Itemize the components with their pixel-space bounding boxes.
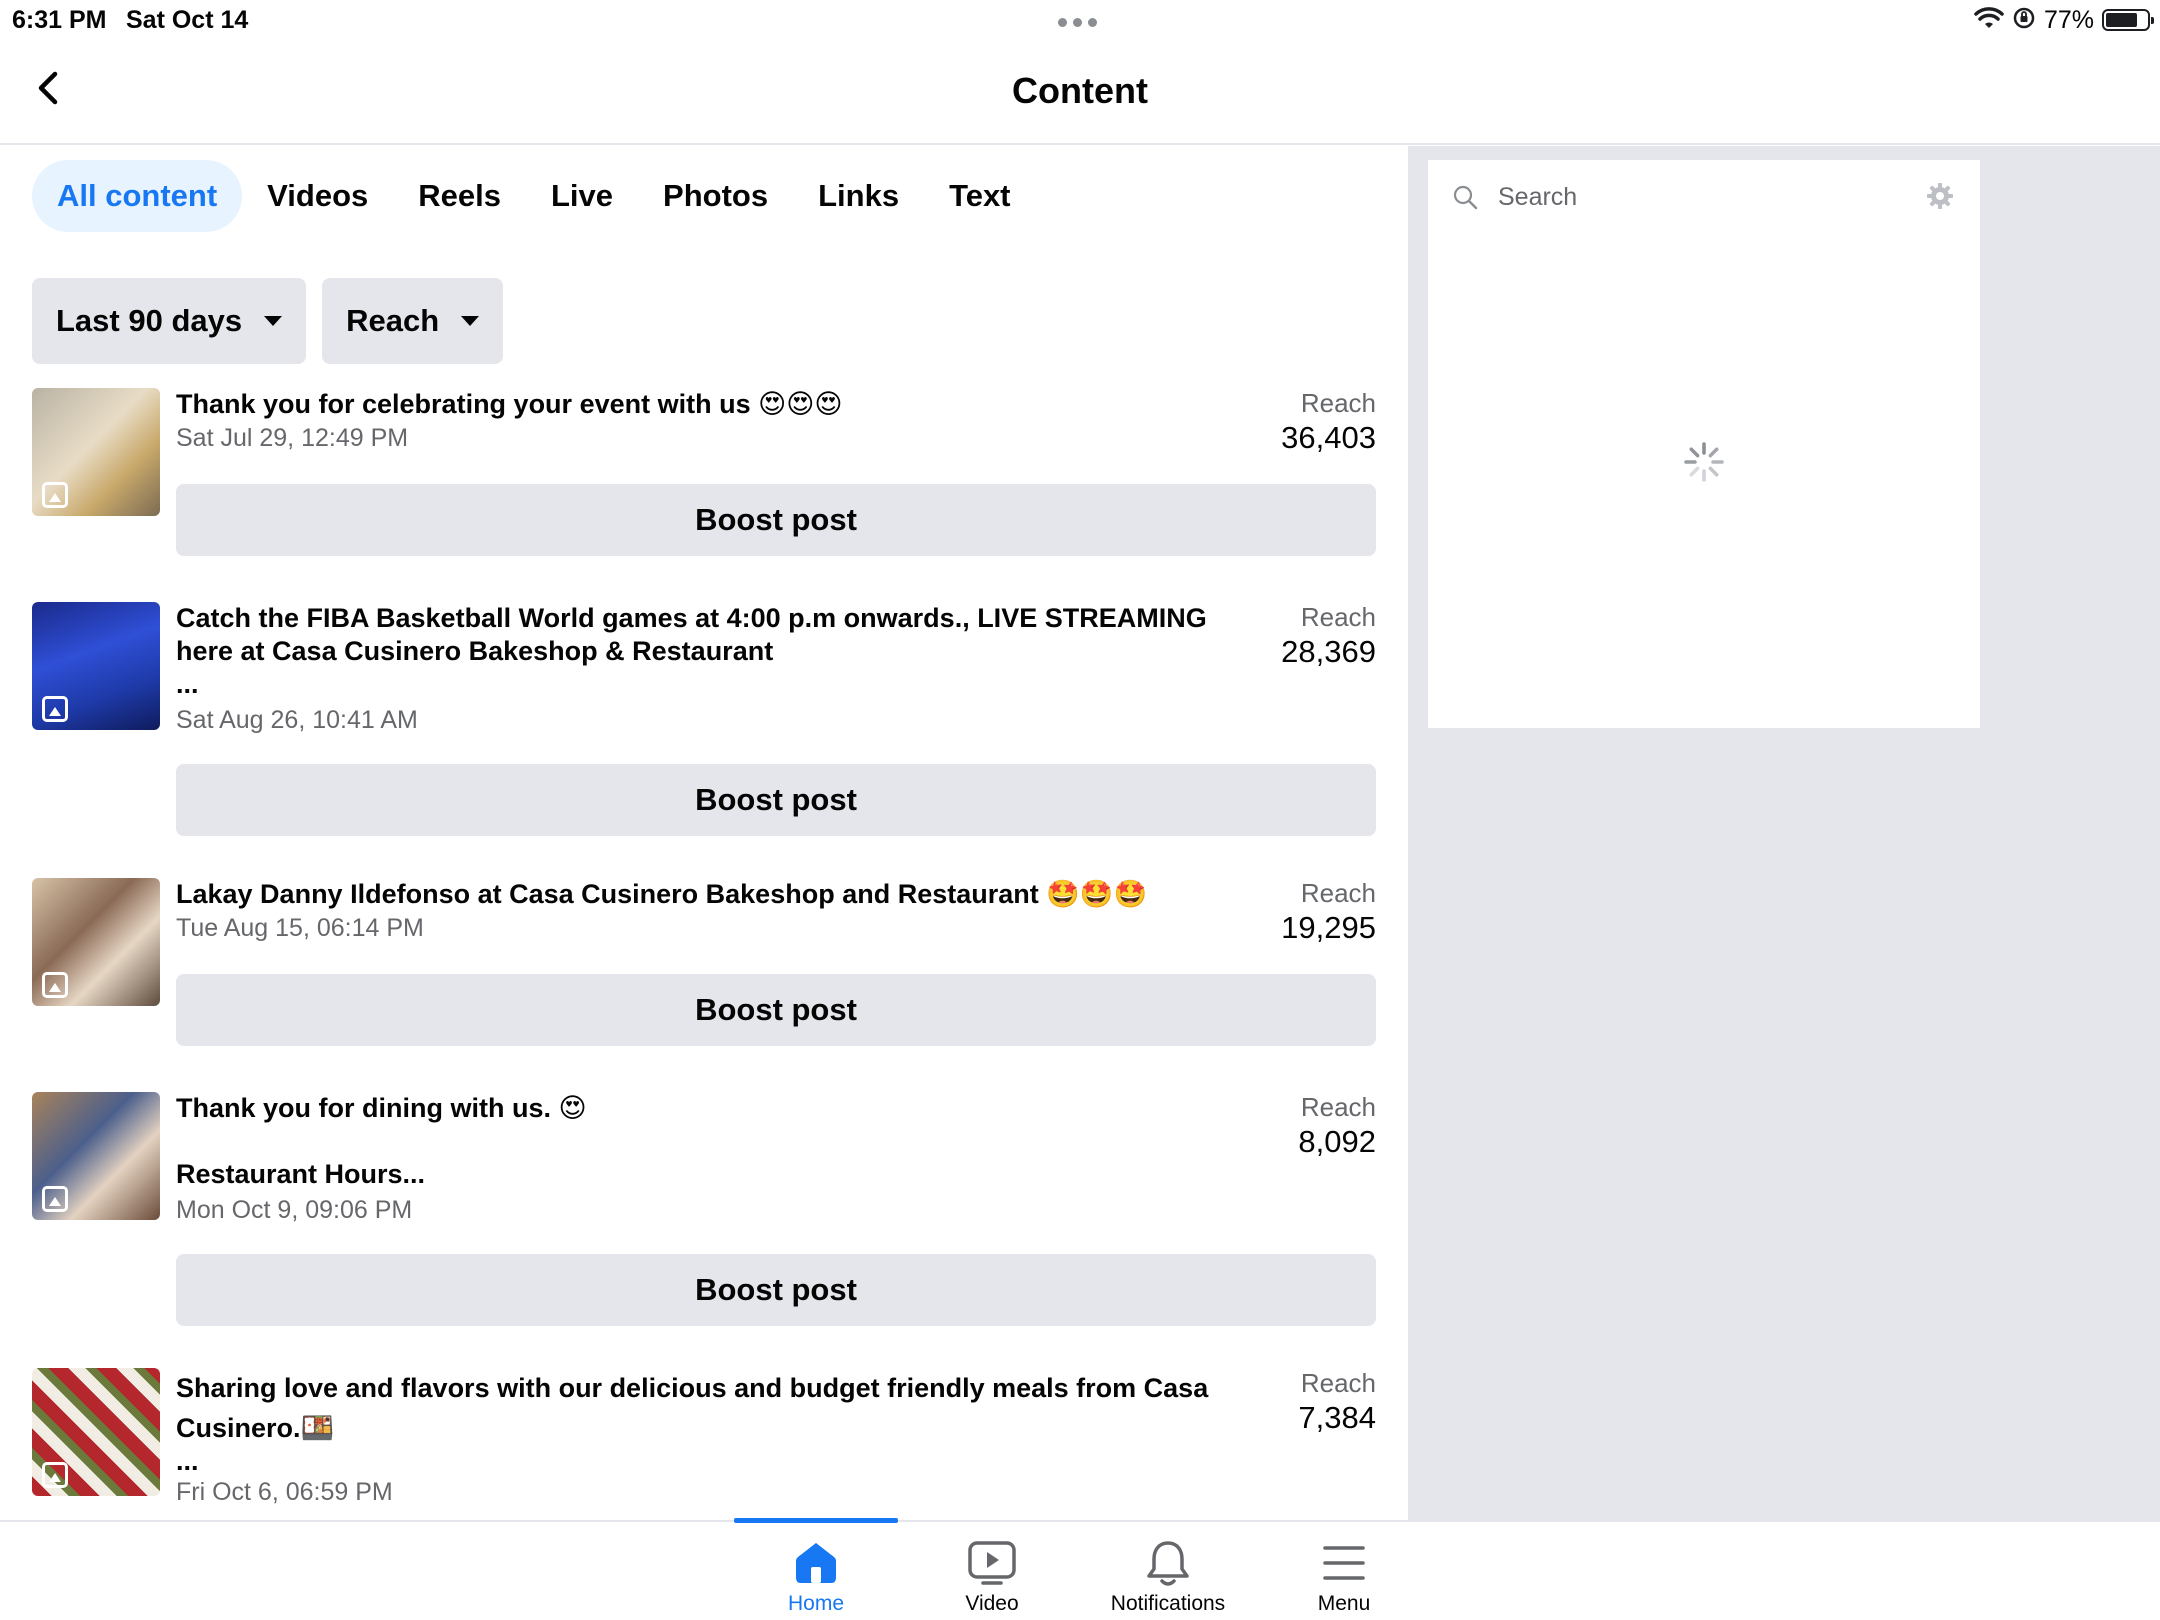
side-panel: [1408, 146, 2160, 1520]
nav-video[interactable]: Video: [910, 1522, 1074, 1620]
caret-down-icon: [461, 316, 480, 326]
post-date: Sat Jul 29, 12:49 PM: [176, 424, 409, 452]
reach-value: 36,403: [1281, 420, 1376, 455]
menu-icon: [1317, 1536, 1371, 1590]
reach-label: Reach: [1300, 602, 1376, 632]
reach-label: Reach: [1300, 1092, 1376, 1122]
post-caption[interactable]: Catch the FIBA Basketball World games at…: [176, 602, 1236, 701]
boost-post-button[interactable]: Boost post: [176, 974, 1376, 1046]
nav-label: Home: [787, 1592, 845, 1615]
post-item[interactable]: Sharing love and flavors with our delici…: [32, 1368, 1376, 1520]
photo-icon: [42, 972, 68, 998]
orientation-lock-icon: [2012, 6, 2036, 35]
reach-value: 8,092: [1298, 1124, 1376, 1159]
post-item[interactable]: Catch the FIBA Basketball World games at…: [32, 602, 1376, 842]
post-item[interactable]: Lakay Danny Ildefonso at Casa Cusinero B…: [32, 878, 1376, 1068]
tab-live[interactable]: Live: [526, 160, 638, 232]
nav-label: Menu: [1317, 1592, 1371, 1615]
battery-percent: 77%: [2043, 5, 2094, 34]
loading-spinner-icon: [1684, 442, 1724, 482]
multitasking-dots-icon[interactable]: [1058, 18, 1097, 27]
content-list-panel: All content Videos Reels Live Photos Lin…: [0, 146, 1408, 1520]
bell-icon: [1141, 1536, 1195, 1590]
filter-bar: Last 90 days Reach: [32, 278, 504, 364]
search-input[interactable]: [1498, 176, 1898, 218]
post-caption[interactable]: Sharing love and flavors with our delici…: [176, 1368, 1236, 1475]
header-bar: Content: [0, 42, 2160, 145]
photo-icon: [42, 1186, 68, 1212]
reach-value: 19,295: [1281, 910, 1376, 945]
photo-icon: [42, 696, 68, 722]
tab-reels[interactable]: Reels: [393, 160, 526, 232]
metric-label: Reach: [346, 303, 440, 338]
status-date: Sat Oct 14: [126, 6, 249, 34]
reach-label: Reach: [1300, 878, 1376, 908]
post-reach: Reach 8,092: [1298, 1092, 1376, 1162]
date-range-dropdown[interactable]: Last 90 days: [32, 278, 307, 364]
post-date: Tue Aug 15, 06:14 PM: [176, 914, 424, 942]
post-thumbnail[interactable]: [32, 1092, 160, 1220]
home-icon: [789, 1536, 843, 1590]
post-item[interactable]: Thank you for celebrating your event wit…: [32, 388, 1376, 578]
post-caption[interactable]: Thank you for celebrating your event wit…: [176, 388, 1236, 421]
tab-photos[interactable]: Photos: [638, 160, 793, 232]
content-type-tabs: All content Videos Reels Live Photos Lin…: [32, 160, 1036, 232]
video-icon: [965, 1536, 1019, 1590]
date-range-label: Last 90 days: [56, 303, 243, 338]
app-root: 6:31 PM Sat Oct 14 77% Content All conte…: [0, 0, 2160, 1620]
status-bar: 6:31 PM Sat Oct 14 77%: [0, 0, 2160, 42]
boost-post-button[interactable]: Boost post: [176, 1254, 1376, 1326]
nav-home[interactable]: Home: [734, 1522, 898, 1620]
wifi-icon: [1974, 6, 2004, 35]
post-caption[interactable]: Lakay Danny Ildefonso at Casa Cusinero B…: [176, 878, 1236, 911]
reach-label: Reach: [1300, 1368, 1376, 1398]
metric-dropdown[interactable]: Reach: [322, 278, 504, 364]
nav-notifications[interactable]: Notifications: [1086, 1522, 1250, 1620]
status-indicators: 77%: [1974, 4, 2154, 36]
post-thumbnail[interactable]: [32, 1368, 160, 1496]
post-date: Fri Oct 6, 06:59 PM: [176, 1478, 393, 1506]
status-time: 6:31 PM: [12, 6, 107, 34]
photo-icon: [42, 482, 68, 508]
bottom-navigation: Home Video Notifications Menu: [0, 1518, 2160, 1620]
gear-icon[interactable]: [1926, 182, 1954, 210]
post-reach: Reach 36,403: [1281, 388, 1376, 458]
reach-value: 28,369: [1281, 634, 1376, 669]
post-reach: Reach 7,384: [1298, 1368, 1376, 1438]
boost-post-button[interactable]: Boost post: [176, 484, 1376, 556]
post-date: Sat Aug 26, 10:41 AM: [176, 706, 418, 734]
nav-label: Video: [965, 1592, 1019, 1615]
post-thumbnail[interactable]: [32, 878, 160, 1006]
post-reach: Reach 19,295: [1281, 878, 1376, 948]
reach-label: Reach: [1300, 388, 1376, 418]
boost-post-button[interactable]: Boost post: [176, 764, 1376, 836]
post-caption[interactable]: Thank you for dining with us. 😍 Restaura…: [176, 1092, 1236, 1191]
nav-menu[interactable]: Menu: [1262, 1522, 1426, 1620]
post-thumbnail[interactable]: [32, 388, 160, 516]
post-date: Mon Oct 9, 09:06 PM: [176, 1196, 413, 1224]
caret-down-icon: [264, 316, 283, 326]
tab-videos[interactable]: Videos: [242, 160, 393, 232]
nav-label: Notifications: [1110, 1592, 1226, 1615]
battery-icon: [2102, 9, 2154, 31]
post-item[interactable]: Thank you for dining with us. 😍 Restaura…: [32, 1092, 1376, 1332]
photo-icon: [42, 1462, 68, 1488]
search-icon: [1453, 185, 1478, 210]
page-title: Content: [1012, 70, 1148, 111]
tab-links[interactable]: Links: [793, 160, 924, 232]
tab-all-content[interactable]: All content: [32, 160, 243, 232]
reach-value: 7,384: [1298, 1400, 1376, 1435]
search-card: [1428, 160, 1980, 728]
post-reach: Reach 28,369: [1281, 602, 1376, 672]
tab-text[interactable]: Text: [924, 160, 1035, 232]
post-thumbnail[interactable]: [32, 602, 160, 730]
